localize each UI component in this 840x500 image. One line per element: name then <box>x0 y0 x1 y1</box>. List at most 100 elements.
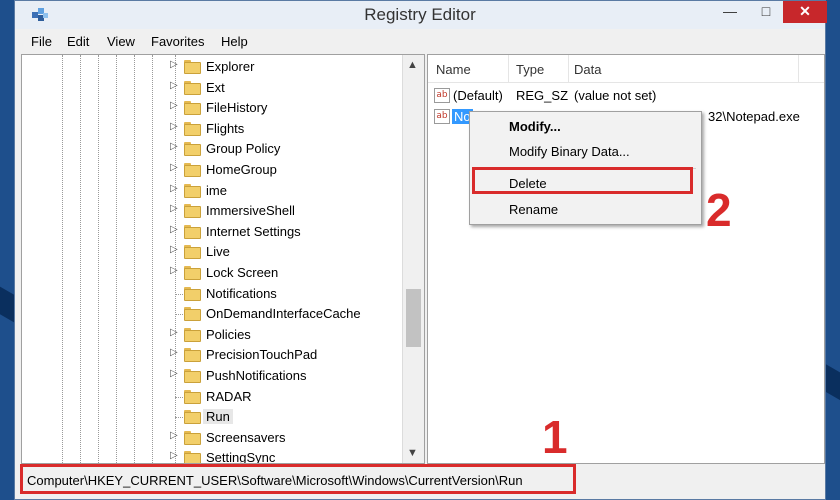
tree-item[interactable]: RADAR <box>22 387 402 407</box>
scroll-up-arrow-icon[interactable]: ▲ <box>407 59 418 71</box>
tree-item-label: Explorer <box>206 59 255 74</box>
folder-icon <box>184 80 201 95</box>
tree-item-label: Policies <box>206 326 251 342</box>
folder-icon <box>184 348 201 363</box>
tree-item-label: Internet Settings <box>206 223 301 239</box>
minimize-button[interactable]: — <box>715 1 745 23</box>
folder-icon <box>184 142 201 157</box>
folder-icon <box>184 307 201 322</box>
window-title: Registry Editor <box>364 5 476 24</box>
tree-item[interactable]: ▷ Internet Settings <box>22 222 402 242</box>
scroll-thumb[interactable] <box>406 289 421 347</box>
tree-item[interactable]: ▷ Screensavers <box>22 428 402 448</box>
expand-arrow-icon[interactable]: ▷ <box>170 430 178 441</box>
column-divider[interactable] <box>568 55 569 83</box>
tree-item[interactable]: ▷ Ext <box>22 78 402 98</box>
menu-help[interactable]: Help <box>221 34 248 49</box>
expand-arrow-icon[interactable]: ▷ <box>170 244 178 255</box>
tree-item-label: ime <box>206 182 227 198</box>
string-value-icon: ab <box>434 109 450 124</box>
tree-item[interactable]: ▷ SettingSync <box>22 448 402 464</box>
folder-icon <box>184 451 201 463</box>
expand-arrow-icon[interactable]: ▷ <box>170 368 178 379</box>
tree-item[interactable]: ▷ Group Policy <box>22 139 402 159</box>
close-button[interactable]: ✕ <box>783 1 827 23</box>
tree-item-label: SettingSync <box>206 450 276 464</box>
tree-item[interactable]: ▷ Policies <box>22 325 402 345</box>
column-divider[interactable] <box>798 55 799 83</box>
menu-file[interactable]: File <box>31 34 52 49</box>
scroll-down-arrow-icon[interactable]: ▼ <box>407 447 418 459</box>
key-tree-pane[interactable]: ▷ Explorer ▷ Ext ▷ FileHistory ▷ Flights ▷ Group … <box>21 54 425 464</box>
registry-editor-window: Registry Editor — □ ✕ File Edit View Fav… <box>14 0 827 500</box>
tree-item-label: ImmersiveShell <box>206 203 295 219</box>
tree-item[interactable]: ▷ HomeGroup <box>22 160 402 180</box>
tree-item-label: Run <box>203 409 233 425</box>
tree-item[interactable]: OnDemandInterfaceCache <box>22 304 402 324</box>
expand-arrow-icon[interactable]: ▷ <box>170 224 178 235</box>
step-1-label: 1 <box>542 411 568 463</box>
tree-item-label: HomeGroup <box>206 162 277 177</box>
folder-icon <box>184 163 201 177</box>
expand-arrow-icon[interactable]: ▷ <box>170 162 178 173</box>
expand-arrow-icon[interactable]: ▷ <box>170 347 178 358</box>
expand-arrow-icon[interactable]: ▷ <box>170 265 178 276</box>
string-value-icon: ab <box>434 88 450 103</box>
tree-item-label: OnDemandInterfaceCache <box>206 306 361 322</box>
expand-arrow-icon[interactable]: ▷ <box>170 327 178 338</box>
column-divider[interactable] <box>508 55 509 83</box>
expand-arrow-icon[interactable]: ▷ <box>170 80 178 91</box>
maximize-button[interactable]: □ <box>751 1 781 23</box>
tree-scrollbar[interactable]: ▲ ▼ <box>402 55 424 463</box>
menu-favorites[interactable]: Favorites <box>151 34 204 49</box>
expand-arrow-icon[interactable]: ▷ <box>170 59 178 70</box>
tree-item[interactable]: ▷ PrecisionTouchPad <box>22 345 402 365</box>
menu-bar: File Edit View Favorites Help <box>15 31 825 53</box>
menu-view[interactable]: View <box>107 34 135 49</box>
context-modify[interactable]: Modify... <box>509 119 561 134</box>
folder-icon <box>184 286 201 301</box>
tree-item[interactable]: ▷ ImmersiveShell <box>22 201 402 221</box>
title-bar[interactable]: Registry Editor — □ ✕ <box>15 1 827 29</box>
expand-arrow-icon[interactable]: ▷ <box>170 100 178 111</box>
value-type: REG_SZ <box>516 88 569 103</box>
value-row-default[interactable]: ab (Default) REG_SZ (value not set) <box>428 86 824 106</box>
tree-item[interactable]: Run <box>22 407 402 427</box>
tree-item[interactable]: ▷ PushNotifications <box>22 366 402 386</box>
tree-item[interactable]: ▷ Lock Screen <box>22 263 402 283</box>
list-header: Name Type Data <box>428 55 824 83</box>
expand-arrow-icon[interactable]: ▷ <box>170 141 178 152</box>
context-modify-binary[interactable]: Modify Binary Data... <box>509 144 630 159</box>
tree-item-label: Group Policy <box>206 141 281 157</box>
menu-edit[interactable]: Edit <box>67 34 89 49</box>
tree-item[interactable]: ▷ ime <box>22 181 402 201</box>
context-rename[interactable]: Rename <box>509 202 558 217</box>
tree-item-label: Notifications <box>206 285 277 301</box>
expand-arrow-icon[interactable]: ▷ <box>170 121 178 132</box>
tree-item-label: PrecisionTouchPad <box>206 347 318 363</box>
folder-icon <box>184 389 201 404</box>
folder-icon <box>184 410 201 425</box>
column-name-header[interactable]: Name <box>436 62 471 77</box>
column-type-header[interactable]: Type <box>516 62 544 77</box>
tree-item[interactable]: ▷ Explorer <box>22 57 402 77</box>
expand-arrow-icon[interactable]: ▷ <box>170 203 178 214</box>
tree-item-label: Flights <box>206 120 245 136</box>
folder-icon <box>184 121 201 136</box>
path-highlight-box <box>20 464 576 494</box>
tree-item-label: Ext <box>206 79 225 95</box>
expand-arrow-icon[interactable]: ▷ <box>170 450 178 461</box>
tree-item[interactable]: Notifications <box>22 284 402 304</box>
folder-icon <box>184 369 201 383</box>
folder-icon <box>184 266 201 280</box>
tree-item-label: RADAR <box>206 388 252 404</box>
tree-item-label: FileHistory <box>206 100 268 116</box>
folder-icon <box>184 183 201 198</box>
expand-arrow-icon[interactable]: ▷ <box>170 183 178 194</box>
tree-item[interactable]: ▷ Flights <box>22 119 402 139</box>
tree-item-label: Live <box>206 244 230 260</box>
tree-item[interactable]: ▷ FileHistory <box>22 98 402 118</box>
tree-item[interactable]: ▷ Live <box>22 242 402 262</box>
tree-item-label: Screensavers <box>206 429 286 445</box>
column-data-header[interactable]: Data <box>574 62 601 77</box>
